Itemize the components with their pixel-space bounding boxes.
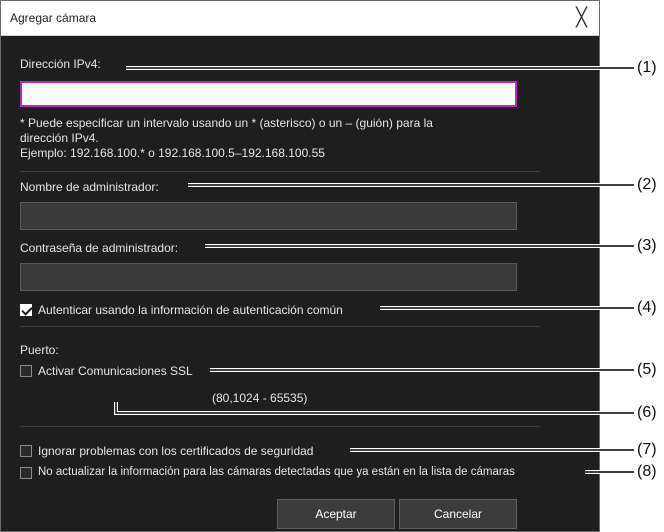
callout-4: (4)	[637, 299, 657, 316]
callout-7: (7)	[637, 441, 657, 458]
callout-6: (6)	[637, 404, 657, 421]
callout-5: (5)	[637, 361, 657, 378]
callout-3: (3)	[637, 237, 657, 254]
callout-leader-lines	[114, 66, 634, 474]
callout-1: (1)	[637, 59, 657, 76]
callout-8: (8)	[637, 463, 657, 480]
callout-2: (2)	[637, 176, 657, 193]
